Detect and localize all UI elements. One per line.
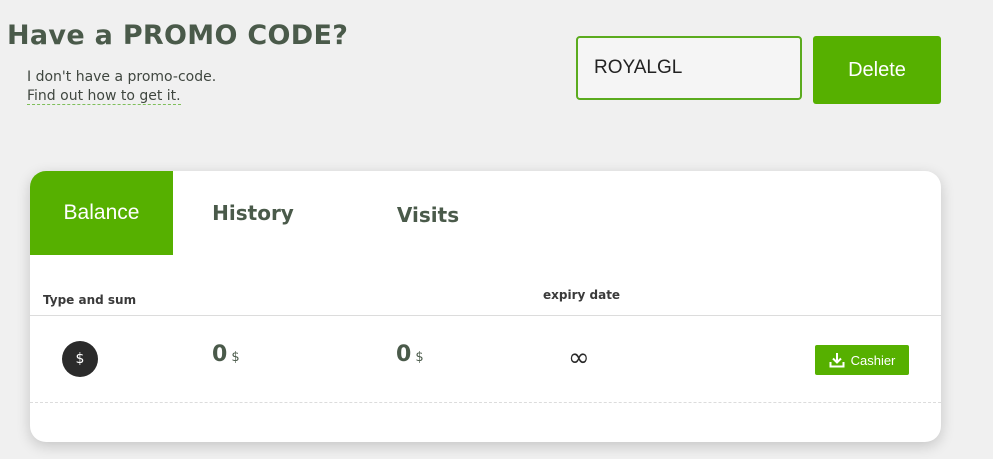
cashier-button[interactable]: Cashier [815,345,909,375]
delete-button[interactable]: Delete [813,36,941,104]
tab-balance[interactable]: Balance [30,171,173,255]
cashier-label: Cashier [850,352,896,368]
expiry-infinity: ∞ [568,343,590,373]
amount-secondary-currency: $ [415,350,424,365]
promo-code-input[interactable] [576,36,802,100]
amount-secondary-value: 0 [396,342,412,367]
header-divider [30,315,941,316]
tab-history[interactable]: History [200,171,306,255]
header-expiry-date: expiry date [543,288,621,302]
amount-primary-currency: $ [231,350,240,365]
balance-card: Balance History Visits Type and sum expi… [30,171,941,442]
no-promo-text: I don't have a promo-code. [27,69,217,85]
amount-primary-value: 0 [212,342,228,367]
header-type-and-sum: Type and sum [43,293,137,307]
amount-secondary: 0 $ [396,342,424,367]
promo-title: Have a PROMO CODE? [7,20,349,51]
promo-note: I don't have a promo-code. Find out how … [27,68,216,106]
get-promo-link[interactable]: Find out how to get it. [27,88,181,105]
tab-visits[interactable]: Visits [382,173,474,257]
dollar-icon: $ [62,341,98,377]
amount-primary: 0 $ [212,342,240,367]
download-icon [829,352,845,368]
row-divider [30,402,941,403]
